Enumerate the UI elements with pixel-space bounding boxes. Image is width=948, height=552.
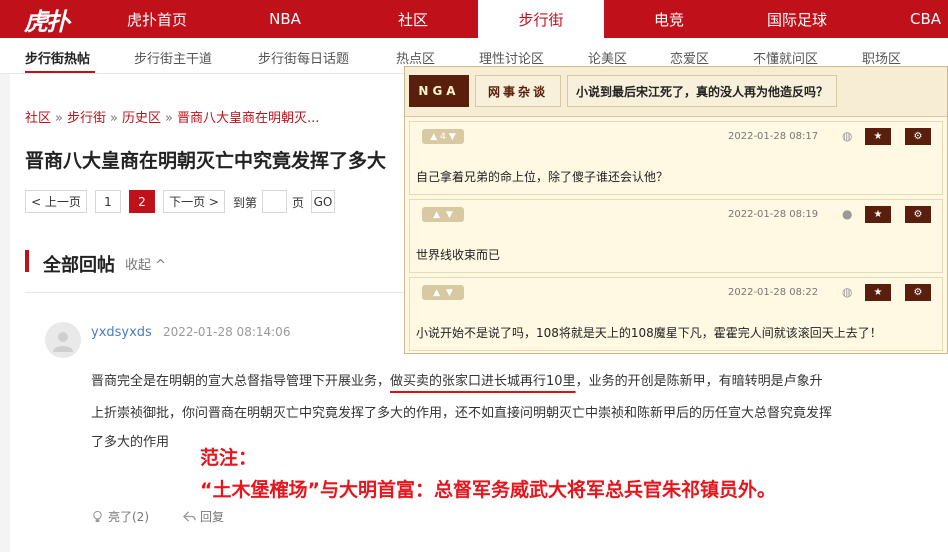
subnav-active-indicator	[25, 71, 95, 73]
page-1-button[interactable]: 1	[95, 190, 121, 213]
annotation-text: “土木堡榷场”与大明首富：总督军务威武大将军总兵官朱祁镇员外。	[200, 479, 776, 501]
top-nav: 虎扑 虎扑首页 NBA 社区 步行街 电竞 国际足球 CBA	[0, 0, 948, 38]
subnav-ask[interactable]: 不懂就问区	[753, 48, 818, 67]
nga-reply: ▲ 4 ▼ 2022-01-28 08:17 ◍ ★ ⚙ 自己拿着兄弟的命上位，除了…	[409, 121, 943, 195]
logo-mark: 虎扑	[24, 6, 70, 36]
nga-reply-meta: ▲ ▼ 2022-01-28 08:19 ● ★ ⚙	[410, 200, 942, 230]
section-marker	[25, 250, 29, 272]
gear-icon: ⚙	[905, 206, 931, 223]
thumb-down-icon: ▼	[446, 209, 453, 220]
breadcrumb-history[interactable]: 历史区	[122, 111, 161, 126]
nga-header: NGA 网事杂谈 小说到最后宋江死了，真的没人再为他造反吗？	[405, 67, 947, 117]
android-icon: ◍	[842, 129, 853, 143]
page-title: 晋商八大皇商在明朝灭亡中究竟发挥了多大	[25, 150, 387, 172]
collapse-toggle[interactable]: 收起 ^	[125, 254, 166, 273]
nga-forum-name: 网事杂谈	[475, 75, 561, 107]
avatar[interactable]	[45, 322, 81, 358]
nga-reply-text: 世界线收束而已	[416, 248, 501, 262]
nav-item-home[interactable]: 虎扑首页	[92, 0, 222, 38]
avatar-placeholder-icon	[53, 332, 73, 352]
thumb-up-icon: ▲	[433, 209, 440, 220]
nav-item-buxingjie[interactable]: 步行街	[478, 0, 604, 38]
subnav-hot[interactable]: 步行街热帖	[25, 48, 90, 67]
nav-item-nba[interactable]: NBA	[222, 0, 348, 38]
apple-icon: ●	[842, 207, 853, 221]
subnav-daily-topic[interactable]: 步行街每日话题	[258, 48, 349, 67]
vote-badge: ▲ 4 ▼	[422, 129, 464, 144]
underlined-phrase: 做买卖的张家口进长城再行10里	[390, 374, 576, 389]
reply-icon	[183, 511, 196, 522]
lightbulb-icon	[93, 510, 102, 523]
post-username[interactable]: yxdsyxds	[91, 325, 152, 340]
subnav-main[interactable]: 步行街主干道	[134, 48, 212, 67]
page-2-button[interactable]: 2	[129, 190, 155, 213]
breadcrumb-community[interactable]: 社区	[25, 111, 51, 126]
annotation-title: 范注：	[200, 447, 258, 469]
gear-icon: ⚙	[905, 284, 931, 301]
left-gutter	[0, 74, 10, 552]
nga-reply-time: 2022-01-28 08:17	[728, 131, 819, 142]
goto-page-input[interactable]	[262, 190, 287, 213]
breadcrumb-buxingjie[interactable]: 步行街	[67, 111, 106, 126]
next-page-button[interactable]: 下一页 >	[163, 190, 225, 213]
nav-item-soccer[interactable]: 国际足球	[734, 0, 860, 38]
post-line-3: 了多大的作用	[91, 435, 170, 450]
nga-reply-time: 2022-01-28 08:22	[728, 287, 819, 298]
vote-badge: ▲ ▼	[422, 207, 464, 222]
site-logo[interactable]: 虎扑	[0, 0, 92, 38]
subnav-beauty[interactable]: 论美区	[588, 48, 627, 67]
nga-reply-meta: ▲ 4 ▼ 2022-01-28 08:17 ◍ ★ ⚙	[410, 122, 942, 152]
prev-page-button[interactable]: < 上一页	[25, 190, 87, 213]
thumb-down-icon: ▼	[448, 131, 456, 142]
breadcrumb: 社区» 步行街» 历史区» 晋商八大皇商在明朝灭...	[25, 111, 320, 126]
android-icon: ◍	[842, 285, 853, 299]
subnav-love[interactable]: 恋爱区	[670, 48, 709, 67]
nga-reply-text: 自己拿着兄弟的命上位，除了傻子谁还会认他？	[416, 170, 669, 184]
nga-screenshot: NGA 网事杂谈 小说到最后宋江死了，真的没人再为他造反吗？ ▲ 4 ▼ 2022-…	[404, 66, 948, 354]
nga-reply-meta: ▲ ▼ 2022-01-28 08:22 ◍ ★ ⚙	[410, 278, 942, 308]
star-icon: ★	[865, 284, 891, 301]
post-time: 2022-01-28 08:14:06	[163, 325, 291, 339]
replies-title: 全部回帖	[43, 255, 115, 276]
go-button[interactable]: GO	[311, 190, 335, 213]
thumb-up-icon: ▲	[433, 287, 440, 298]
post-line-2: 上折崇祯御批，你问晋商在明朝灭亡中究竟发挥了多大的作用，还不如直接问明朝灭亡中崇…	[91, 406, 833, 421]
nga-reply-text: 小说开始不是说了吗，108将就是天上的108魔星下凡，霍霍完人间就该滚回天上去了…	[416, 326, 882, 340]
nav-item-esports[interactable]: 电竞	[604, 0, 734, 38]
nga-topic-title: 小说到最后宋江死了，真的没人再为他造反吗？	[567, 75, 838, 107]
thumb-up-icon: ▲	[430, 131, 438, 142]
nga-logo: NGA	[409, 75, 469, 107]
nav-item-cba[interactable]: CBA	[860, 0, 948, 38]
star-icon: ★	[865, 206, 891, 223]
nga-reply-time: 2022-01-28 08:19	[728, 209, 819, 220]
vote-badge: ▲ ▼	[422, 285, 464, 300]
nav-item-community[interactable]: 社区	[348, 0, 478, 38]
nga-reply: ▲ ▼ 2022-01-28 08:19 ● ★ ⚙ 世界线收束而已	[409, 199, 943, 273]
nga-reply: ▲ ▼ 2022-01-28 08:22 ◍ ★ ⚙ 小说开始不是说了吗，108将…	[409, 277, 943, 351]
subnav-hotspot[interactable]: 热点区	[396, 48, 435, 67]
star-icon: ★	[865, 128, 891, 145]
post-line-1: 晋商完全是在明朝的宣大总督指导管理下开展业务，做买卖的张家口进长城再行10里，业…	[91, 374, 823, 389]
gear-icon: ⚙	[905, 128, 931, 145]
like-button[interactable]: 亮了(2)	[91, 508, 149, 525]
subnav-career[interactable]: 职场区	[862, 48, 901, 67]
thumb-down-icon: ▼	[446, 287, 453, 298]
reply-label: 回复	[200, 510, 225, 524]
reply-button[interactable]: 回复	[183, 508, 224, 525]
like-label: 亮了(2)	[108, 510, 149, 524]
subnav-rational[interactable]: 理性讨论区	[479, 48, 544, 67]
goto-label: 到第	[233, 196, 258, 210]
page-unit-label: 页	[292, 196, 305, 210]
breadcrumb-current[interactable]: 晋商八大皇商在明朝灭...	[177, 111, 319, 126]
